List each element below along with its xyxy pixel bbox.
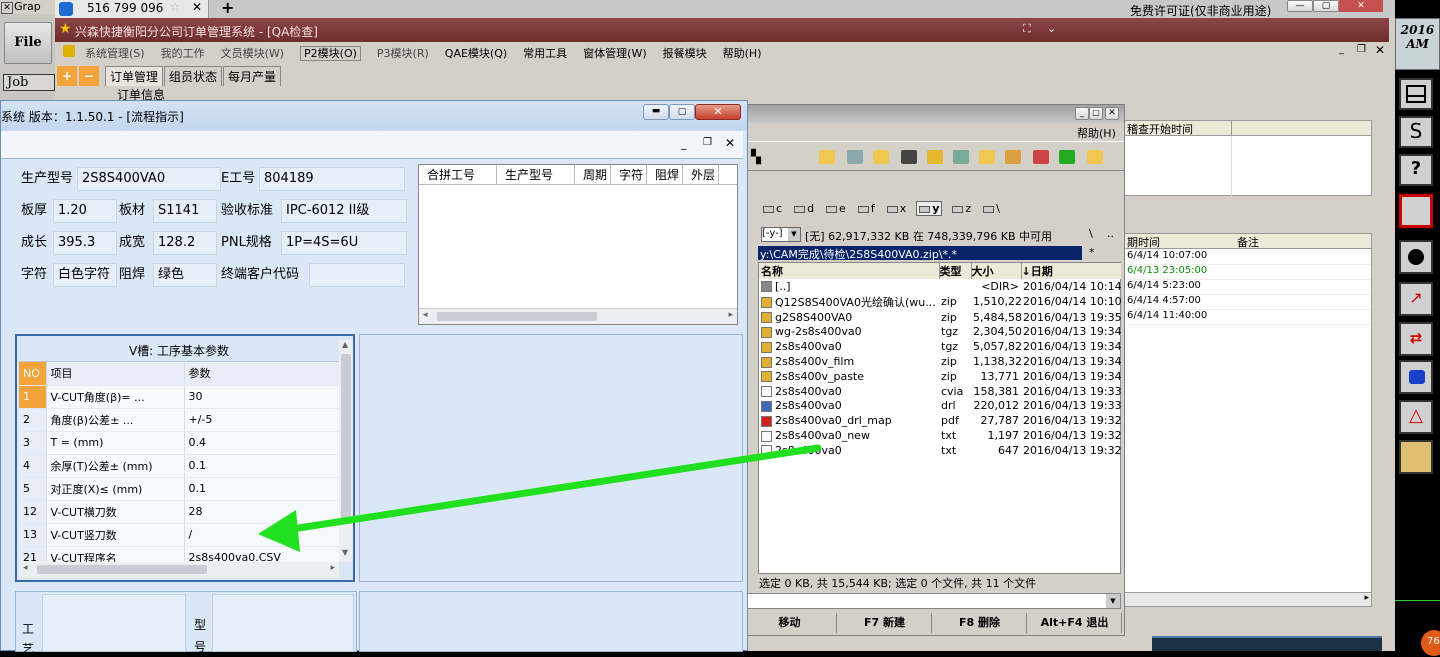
annotation-arrow bbox=[258, 444, 822, 552]
arrow-shaft bbox=[288, 444, 822, 533]
taskbar-fragment bbox=[1152, 636, 1382, 651]
arrow-head bbox=[258, 510, 300, 552]
